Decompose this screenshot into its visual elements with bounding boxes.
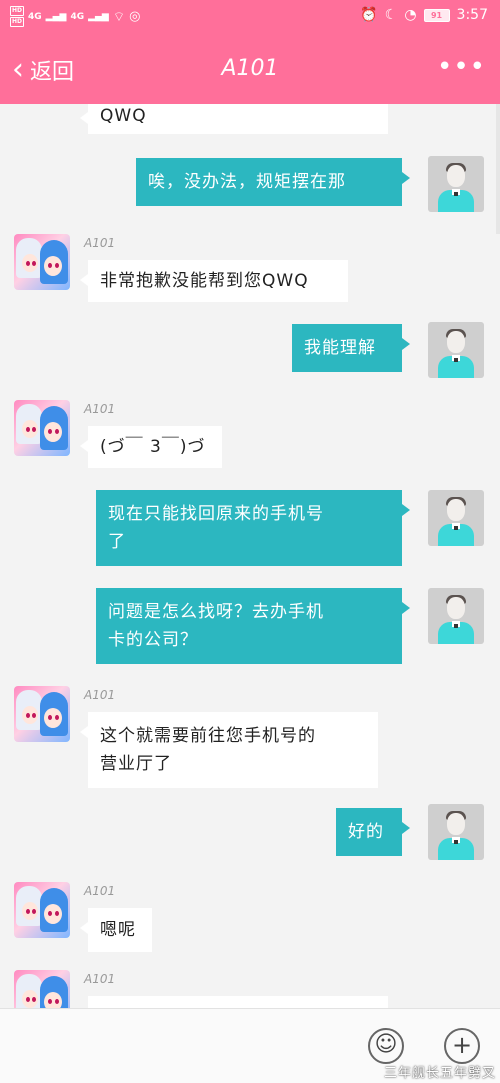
bot-avatar[interactable] <box>14 400 70 456</box>
message-text: 非常抱歉没能帮到您QWQ <box>100 271 309 291</box>
message-text-line-2: 营业厅了 <box>100 754 172 774</box>
sender-name: A101 <box>84 972 116 986</box>
user-avatar[interactable] <box>428 804 484 860</box>
signal-bars-icon: ▂▄▆ <box>88 11 109 22</box>
signal-group: HD HD 4G ▂▄▆ 4G ▂▄▆ ⌔ ◎ <box>10 6 140 27</box>
wifi-icon: ⌔ <box>112 9 126 25</box>
message-bubble-incoming[interactable]: QWQ <box>80 104 388 134</box>
message-bubble-outgoing[interactable]: 我能理解 <box>292 324 410 372</box>
user-avatar[interactable] <box>428 490 484 546</box>
bot-avatar[interactable] <box>14 686 70 742</box>
input-bar: ☺ + 三年舰长五年劈叉 <box>0 1008 500 1083</box>
sender-name: A101 <box>84 688 116 702</box>
user-avatar[interactable] <box>428 588 484 644</box>
bot-avatar[interactable] <box>14 970 70 1008</box>
bot-avatar[interactable] <box>14 234 70 290</box>
network-type-1: 4G <box>28 11 42 22</box>
alarm-icon: ⏰ <box>360 7 378 23</box>
message-text: 好的 <box>348 822 384 842</box>
message-bubble-incoming[interactable]: 非常抱歉没能帮到您QWQ <box>80 260 348 302</box>
sender-name: A101 <box>84 236 116 250</box>
message-text-line-1: 这个就需要前往您手机号的 <box>100 726 316 746</box>
sender-name: A101 <box>84 402 116 416</box>
user-avatar[interactable] <box>428 322 484 378</box>
status-right: ⏰ ☾ ◔ 91 3:57 <box>360 7 488 23</box>
battery-icon: 91 <box>423 8 450 22</box>
message-bubble-outgoing[interactable]: 好的 <box>336 808 410 856</box>
message-text: 嗯呢 <box>100 920 136 940</box>
message-text: 我能理解 <box>304 338 376 358</box>
chat-header: ‹ 返回 A101 ••• <box>0 34 500 104</box>
bot-avatar[interactable] <box>14 882 70 938</box>
watermark: 三年舰长五年劈叉 <box>383 1066 496 1081</box>
message-bubble-incoming[interactable]: 这个就需要前往您手机号的 营业厅了 <box>80 712 378 788</box>
network-type-2: 4G <box>70 11 85 22</box>
speedometer-icon: ◔ <box>404 7 417 23</box>
message-bubble-outgoing[interactable]: 唉，没办法，规矩摆在那 <box>136 158 410 206</box>
page-title: A101 <box>221 56 279 81</box>
message-text: 唉，没办法，规矩摆在那 <box>148 172 346 192</box>
message-text-line-1: 现在只能找回原来的手机号 <box>108 504 324 524</box>
smiley-icon[interactable]: ☺ <box>368 1028 404 1064</box>
message-bubble-incoming[interactable]: (づ￣ 3￣)づ <box>80 426 222 468</box>
message-text-line-1: 问题是怎么找呀？去办手机 <box>108 602 324 622</box>
message-bubble-outgoing[interactable]: 现在只能找回原来的手机号 了 <box>96 490 410 566</box>
message-text-line-2: 卡的公司？ <box>108 630 198 650</box>
sender-name: A101 <box>84 884 116 898</box>
moon-icon: ☾ <box>384 7 398 23</box>
plus-icon[interactable]: + <box>444 1028 480 1064</box>
clock: 3:57 <box>456 7 488 23</box>
message-bubble-incoming[interactable] <box>88 996 388 1008</box>
status-bar: HD HD 4G ▂▄▆ 4G ▂▄▆ ⌔ ◎ ⏰ ☾ ◔ 91 3:57 <box>0 0 500 34</box>
message-bubble-outgoing[interactable]: 问题是怎么找呀？去办手机 卡的公司？ <box>96 588 410 664</box>
message-text: QWQ <box>100 106 147 126</box>
user-avatar[interactable] <box>428 156 484 212</box>
sync-icon: ◎ <box>129 9 141 24</box>
message-text: (づ￣ 3￣)づ <box>100 437 206 457</box>
message-bubble-incoming[interactable]: 嗯呢 <box>80 908 152 952</box>
hd-badge-2: HD <box>10 17 25 27</box>
message-input[interactable] <box>0 1009 360 1083</box>
message-text-line-2: 了 <box>108 532 126 552</box>
message-list[interactable]: QWQ 唉，没办法，规矩摆在那 A101 非常抱歉没能帮到您QWQ 我能理解 A… <box>0 104 500 1008</box>
more-dots-icon[interactable]: ••• <box>437 52 486 82</box>
signal-bars-icon: ▂▄▆ <box>45 11 67 22</box>
hd-badge-1: HD <box>10 6 25 16</box>
